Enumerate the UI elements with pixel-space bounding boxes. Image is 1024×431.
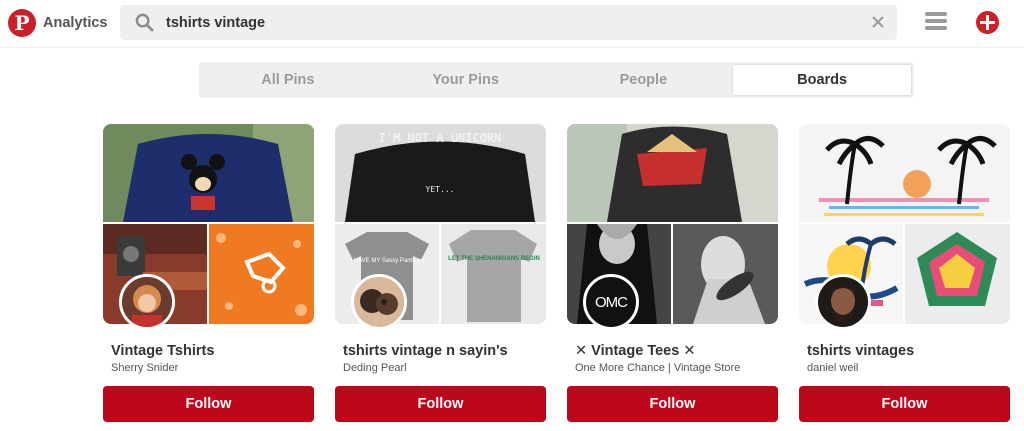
board-cover-image — [905, 224, 1010, 324]
search-input[interactable]: tshirts vintage — [166, 15, 265, 31]
board-cover-image: LET THE SHENANIGANS BEGIN — [441, 224, 546, 324]
board-cover-main-image — [103, 124, 314, 222]
avatar[interactable]: OMC — [583, 274, 639, 330]
follow-button[interactable]: Follow — [103, 386, 314, 422]
board-title[interactable]: tshirts vintage n sayin's — [343, 343, 508, 359]
board-cover-image — [209, 224, 314, 324]
analytics-link[interactable]: Analytics — [43, 15, 107, 31]
board-cover-main-image: I'M NOT A UNICORN YET... — [335, 124, 546, 222]
follow-button[interactable]: Follow — [335, 386, 546, 422]
tab-people[interactable]: People — [555, 62, 733, 98]
follow-button[interactable]: Follow — [799, 386, 1010, 422]
board-card: tshirts vintages daniel weil Follow — [799, 124, 1010, 424]
tab-boards[interactable]: Boards — [732, 64, 912, 96]
board-cover-main-image — [799, 124, 1010, 222]
cover-subtext: YET... — [426, 185, 455, 194]
avatar[interactable] — [815, 274, 871, 330]
search-bar[interactable]: tshirts vintage — [120, 5, 897, 40]
board-owner[interactable]: One More Chance | Vintage Store — [575, 362, 740, 374]
board-cover-main-image — [567, 124, 778, 222]
board-title[interactable]: Vintage Tshirts — [111, 343, 214, 359]
board-card: Vintage Tshirts Sherry Snider Follow — [103, 124, 314, 424]
board-card: I'M NOT A UNICORN YET... I HAVE MY Sassy… — [335, 124, 546, 424]
board-title[interactable]: ✕ Vintage Tees ✕ — [575, 343, 695, 359]
tab-your-pins[interactable]: Your Pins — [377, 62, 555, 98]
avatar[interactable] — [351, 274, 407, 330]
board-title[interactable]: tshirts vintages — [807, 343, 914, 359]
menu-icon[interactable] — [925, 12, 947, 32]
pinterest-logo-icon[interactable]: P — [8, 9, 36, 37]
clear-search-icon[interactable] — [869, 13, 887, 31]
board-owner[interactable]: Sherry Snider — [111, 362, 178, 374]
top-bar: P Analytics tshirts vintage — [0, 0, 1024, 48]
search-icon — [135, 13, 154, 32]
logo-letter: P — [14, 11, 30, 35]
avatar-text: OMC — [595, 293, 628, 311]
tab-all-pins[interactable]: All Pins — [199, 62, 377, 98]
cover-text: I'M NOT A UNICORN — [379, 131, 502, 145]
board-card: OMC ✕ Vintage Tees ✕ One More Chance | V… — [567, 124, 778, 424]
add-pin-icon[interactable] — [976, 11, 999, 34]
shirt-text: I HAVE MY Sassy Pants on — [350, 258, 423, 264]
board-owner[interactable]: daniel weil — [807, 362, 858, 374]
shirt-text: LET THE SHENANIGANS BEGIN — [448, 256, 540, 262]
board-cover-image — [673, 224, 778, 324]
search-filter-tabs: All Pins Your Pins People Boards — [199, 62, 914, 98]
avatar[interactable] — [119, 274, 175, 330]
board-owner[interactable]: Deding Pearl — [343, 362, 407, 374]
follow-button[interactable]: Follow — [567, 386, 778, 422]
